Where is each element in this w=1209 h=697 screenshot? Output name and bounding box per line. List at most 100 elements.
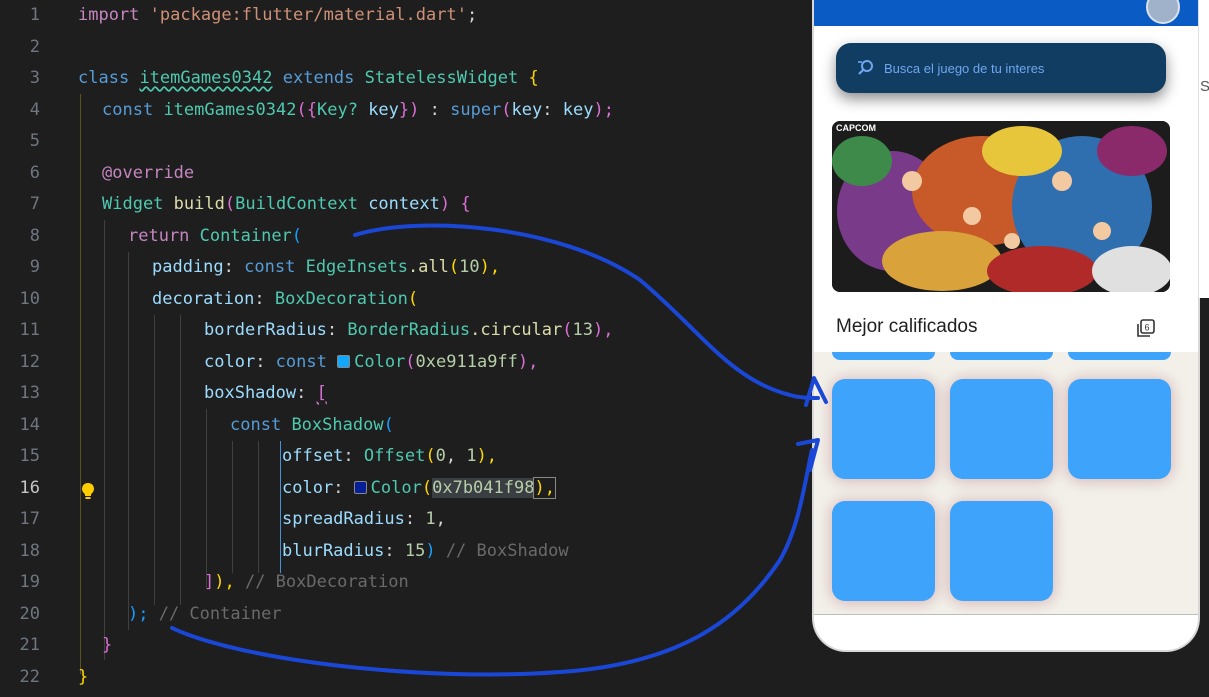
- search-bar[interactable]: Busca el juego de tu interes: [836, 43, 1166, 93]
- token: {: [528, 68, 539, 88]
- token: const: [230, 414, 282, 435]
- token: BoxShadow: [291, 414, 384, 435]
- code-line-12: color: const Color(0xe911a9ff),: [204, 347, 538, 379]
- avatar[interactable]: [1146, 0, 1180, 24]
- token: 13: [572, 320, 593, 340]
- token: (: [224, 194, 236, 214]
- svg-text:6: 6: [1145, 323, 1150, 333]
- token: const: [244, 257, 296, 277]
- token: {: [460, 194, 471, 214]
- game-tile-partial[interactable]: [832, 352, 935, 360]
- token: class: [78, 68, 130, 88]
- token: );: [128, 603, 149, 624]
- token: // Container: [148, 603, 282, 624]
- line-number: 20: [19, 603, 40, 624]
- token: (: [407, 288, 419, 309]
- token: ;: [466, 5, 478, 25]
- token: }): [398, 99, 420, 120]
- line-number: 6: [29, 162, 40, 183]
- token: key: [511, 99, 543, 120]
- line-number: 1: [29, 5, 40, 25]
- token: Color: [370, 477, 422, 498]
- line-number: 22: [19, 666, 40, 687]
- banner-logo: CAPCOM: [836, 123, 876, 133]
- code-line-15: offset: Offset(0, 1),: [282, 441, 497, 473]
- banner-artwork: CAPCOM: [832, 121, 1170, 292]
- token: ): [425, 540, 436, 561]
- game-tile-partial[interactable]: [1068, 352, 1171, 360]
- code-line-10: decoration: BoxDecoration(: [152, 284, 418, 316]
- line-number: 2: [29, 36, 40, 57]
- code-line-7: Widget build(BuildContext context) {: [102, 189, 471, 221]
- token: ): [439, 194, 451, 214]
- token: (: [421, 477, 433, 498]
- token: const: [102, 99, 154, 120]
- code-line-4: const itemGames0342({Key? key}) : super(…: [102, 95, 614, 127]
- side-panel-text: S: [1200, 78, 1209, 95]
- token: 1: [466, 446, 477, 466]
- game-tile[interactable]: [950, 501, 1053, 601]
- token: BoxDecoration: [274, 288, 408, 309]
- token: Widget: [102, 194, 164, 214]
- token: }: [102, 635, 113, 655]
- game-tile[interactable]: [950, 379, 1053, 479]
- token: BorderRadius: [347, 320, 471, 340]
- code-line-1: import 'package:flutter/material.dart';: [78, 0, 477, 32]
- token: :: [254, 288, 275, 309]
- token: offset: [282, 446, 344, 466]
- token: (: [562, 320, 573, 340]
- lightbulb-icon[interactable]: [80, 482, 96, 500]
- token: extends: [282, 68, 355, 88]
- search-placeholder: Busca el juego de tu interes: [884, 60, 1045, 76]
- color-swatch-icon[interactable]: [353, 480, 367, 494]
- token: BuildContext: [235, 194, 358, 214]
- token: (: [383, 414, 394, 435]
- token: return: [128, 225, 190, 246]
- code-line-13: boxShadow: [: [204, 378, 327, 410]
- games-grid: [814, 352, 1198, 614]
- code-line-19: ]), // BoxDecoration: [204, 567, 409, 599]
- divider: [814, 614, 1198, 615]
- game-tile[interactable]: [832, 501, 935, 601]
- token: :: [419, 99, 451, 120]
- line-number: 19: [19, 572, 40, 592]
- token: // BoxDecoration: [234, 572, 409, 592]
- game-tile[interactable]: [832, 379, 935, 479]
- color-swatch-icon[interactable]: [337, 354, 351, 368]
- token: // BoxShadow: [435, 540, 569, 561]
- code-editor[interactable]: 1 2 3 4 5 6 7 8 9 10 11 12 13 14 15 16 1…: [0, 0, 800, 697]
- token: context: [368, 194, 440, 214]
- indent-guide: [206, 409, 207, 589]
- indent-guide: [104, 220, 105, 660]
- token: ]: [204, 572, 215, 592]
- indent-guide: [232, 441, 233, 573]
- list-badge-icon[interactable]: 6: [1136, 318, 1156, 338]
- game-tile-partial[interactable]: [950, 352, 1053, 360]
- token: Color: [354, 351, 406, 372]
- code-line-16: color: Color(0x7b041f98),: [282, 473, 556, 505]
- game-banner-image[interactable]: CAPCOM: [832, 121, 1170, 292]
- phone-preview: Busca el juego de tu interes CAPCOM Mejo…: [812, 0, 1200, 652]
- token: decoration: [152, 288, 255, 309]
- token: blurRadius: [282, 540, 385, 561]
- line-number: 5: [29, 131, 40, 151]
- line-number-gutter: 1 2 3 4 5 6 7 8 9 10 11 12 13 14 15 16 1…: [0, 0, 60, 697]
- indent-guide: [154, 315, 155, 605]
- token: 'package:flutter/material.dart': [149, 5, 467, 25]
- line-number: 9: [29, 257, 40, 277]
- line-number: 18: [19, 540, 40, 561]
- line-number: 17: [19, 509, 40, 529]
- token: (: [291, 225, 303, 246]
- code-line-14: const BoxShadow(: [230, 410, 394, 442]
- token: super: [450, 99, 502, 120]
- line-number: 8: [29, 225, 40, 246]
- token: padding: [152, 257, 224, 277]
- game-tile[interactable]: [1068, 379, 1171, 479]
- token: [: [316, 383, 327, 403]
- side-panel: [1198, 0, 1209, 298]
- indent-guide: [258, 441, 259, 573]
- token: key: [368, 99, 399, 120]
- token: import: [78, 5, 140, 25]
- line-number: 15: [19, 446, 40, 466]
- token: :: [384, 540, 405, 561]
